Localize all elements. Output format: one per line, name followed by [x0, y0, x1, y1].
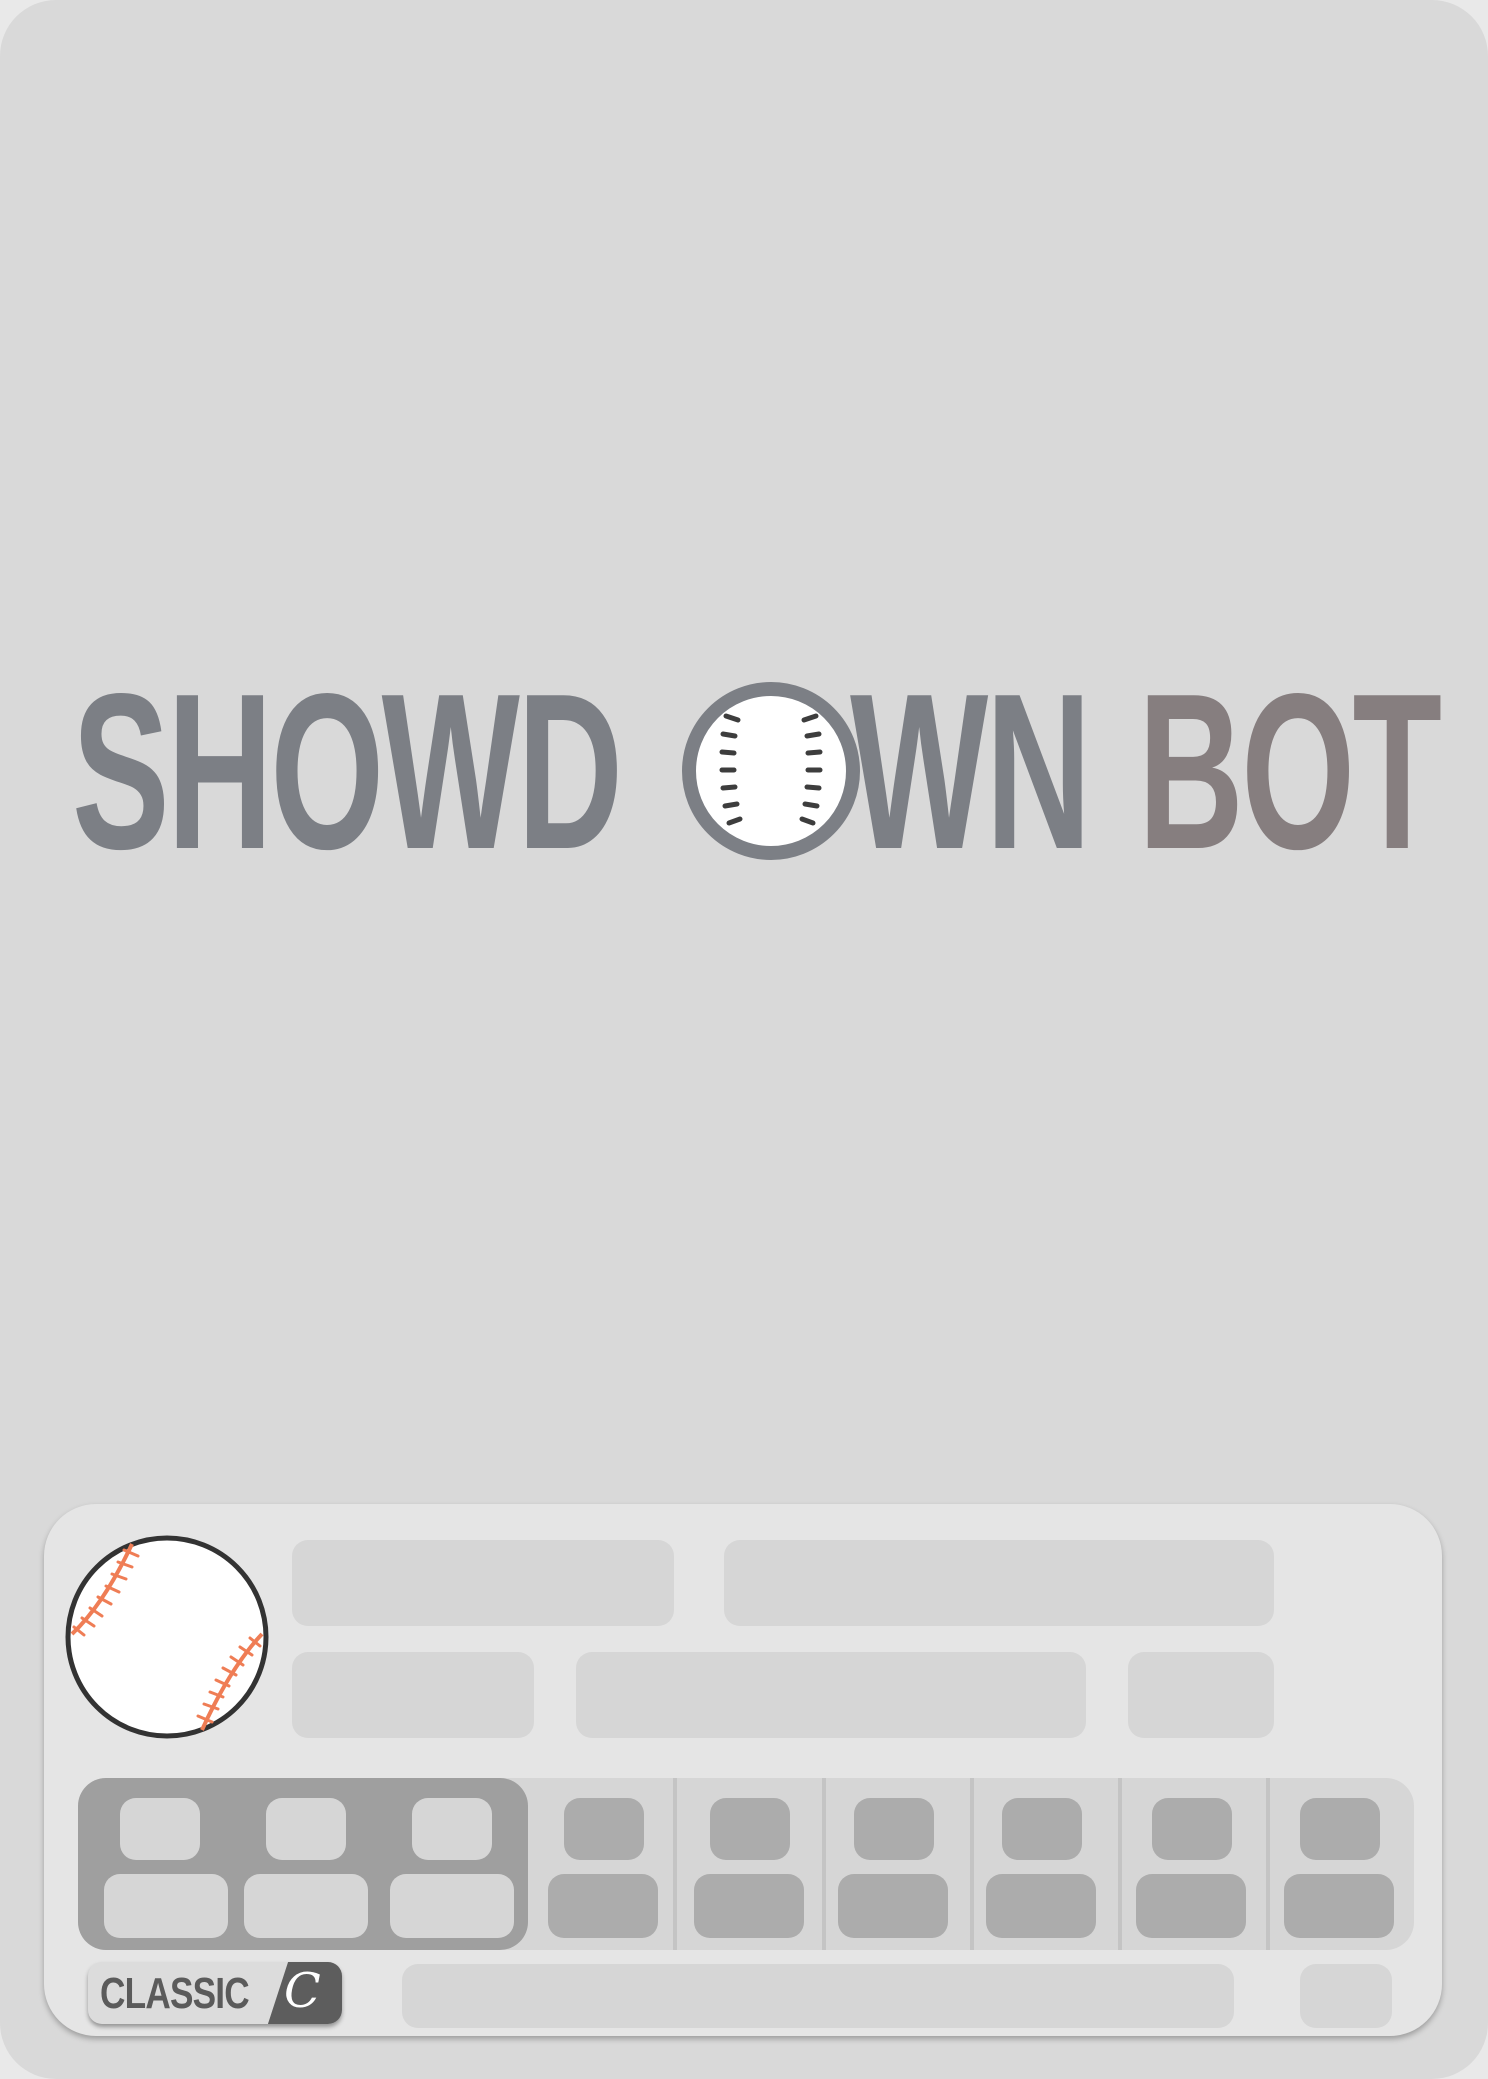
- baseball-icon: [682, 682, 860, 860]
- chart-label-placeholder: [1002, 1798, 1082, 1860]
- chart-label-placeholder: [1152, 1798, 1232, 1860]
- footer-text-placeholder: [402, 1964, 1234, 2028]
- name-placeholder: [292, 1540, 674, 1626]
- points-placeholder: [1128, 1652, 1274, 1738]
- chart-divider: [1118, 1778, 1122, 1950]
- classic-label: CLASSIC: [100, 1969, 250, 2018]
- logo-text-bot: BOT: [1138, 648, 1442, 896]
- chart-value-placeholder: [1136, 1874, 1246, 1938]
- stat-label-placeholder: [266, 1798, 346, 1860]
- player-card: SHOWD SHOWD WN B: [0, 0, 1488, 2079]
- chart-label-placeholder: [854, 1798, 934, 1860]
- chart-value-placeholder: [986, 1874, 1096, 1938]
- footer-number-placeholder: [1300, 1964, 1392, 2028]
- stat-value-placeholder: [390, 1874, 514, 1938]
- logo-text-showd: SHOWD: [72, 648, 623, 896]
- chart-label-placeholder: [1300, 1798, 1380, 1860]
- team-placeholder: [724, 1540, 1274, 1626]
- classic-c-icon: C: [284, 1963, 321, 2019]
- details-placeholder: [576, 1652, 1086, 1738]
- stat-label-placeholder: [120, 1798, 200, 1860]
- position-placeholder: [292, 1652, 534, 1738]
- chart-value-placeholder: [1284, 1874, 1394, 1938]
- chart-value-placeholder: [694, 1874, 804, 1938]
- stat-value-placeholder: [244, 1874, 368, 1938]
- chart-value-placeholder: [838, 1874, 948, 1938]
- stat-label-placeholder: [412, 1798, 492, 1860]
- classic-badge: CLASSIC C: [88, 1962, 342, 2024]
- stat-value-placeholder: [104, 1874, 228, 1938]
- chart-value-placeholder: [548, 1874, 658, 1938]
- chart-divider: [673, 1778, 677, 1950]
- chart-label-placeholder: [710, 1798, 790, 1860]
- chart-divider: [822, 1778, 826, 1950]
- chart-divider: [970, 1778, 974, 1950]
- logo-wordmark: SHOWD WN BOT: [72, 661, 1442, 883]
- chart-label-placeholder: [564, 1798, 644, 1860]
- logo-text-wn: WN: [850, 648, 1091, 896]
- chart-divider: [1266, 1778, 1270, 1950]
- player-avatar: [65, 1535, 269, 1739]
